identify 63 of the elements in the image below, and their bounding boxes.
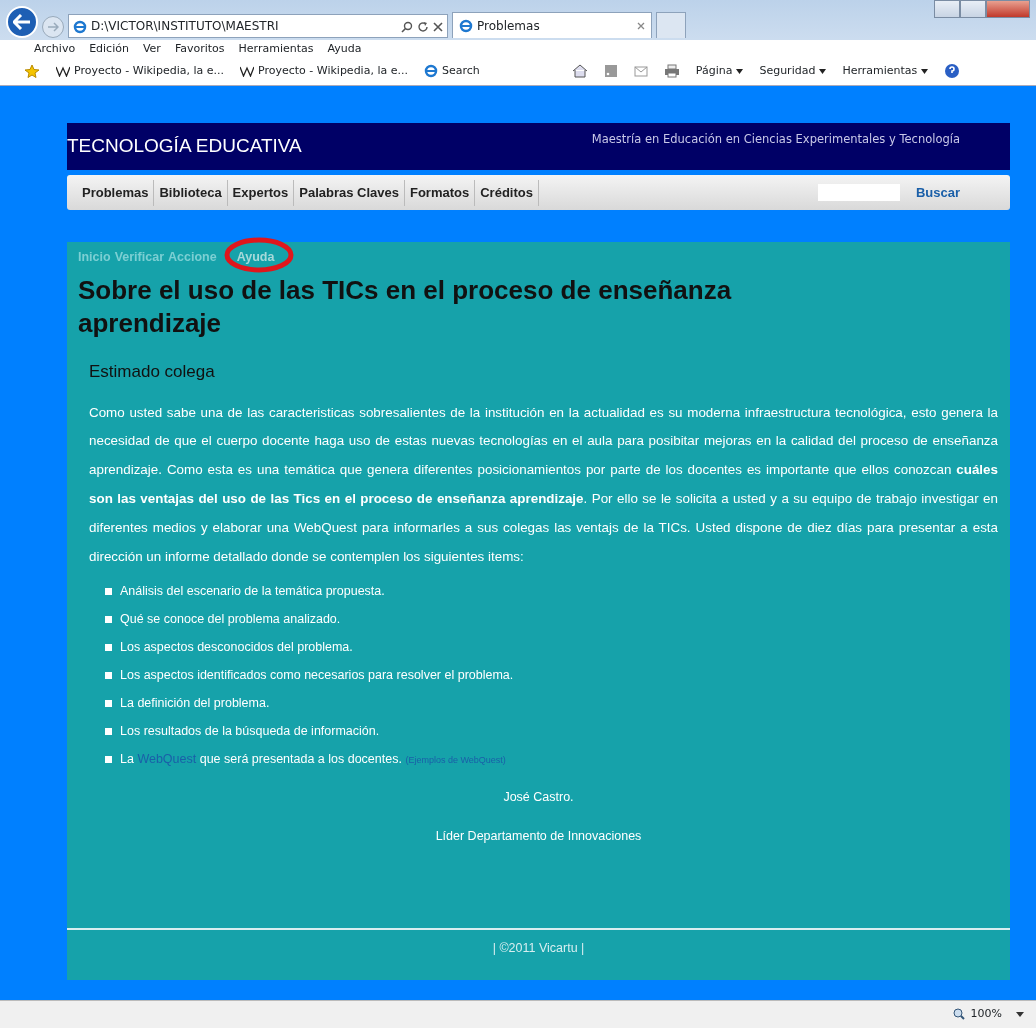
bullet-icon xyxy=(105,615,112,623)
menu-item[interactable]: Archivo xyxy=(34,40,76,58)
caret-icon xyxy=(736,69,744,74)
site-subtitle: Maestría en Educación en Ciencias Experimentales y Tecnología xyxy=(591,130,960,148)
menu-item[interactable]: Favoritos xyxy=(174,40,225,58)
page-icon xyxy=(423,63,438,80)
bullet-icon xyxy=(105,587,112,595)
mail-icon[interactable] xyxy=(633,63,648,80)
greeting-text: Estimado colega xyxy=(89,361,216,383)
nav-link[interactable]: Créditos xyxy=(475,179,539,206)
maximize-button[interactable] xyxy=(960,0,986,18)
body-paragraph: Como usted sabe una de las caracteristicas sobresalientes de la institución en la actualidad es su moderna infraestructura tecnológica, esto genera la necesidad de que el cuerpo docente haga uso de estas nuevas tecnologías en el aula para posibitar mejoras en la calidad del proceso de enseñanza aprendizaje. Como esta es una temática que genera diferentes posicionamientos por parte de los docentes es importante que ellos conozcan cuáles son las ventajas del uso de las Tics en el proceso de enseñanza aprendizaje. Por ello se le solicita a usted y a su equipo de trabajo investigar en diferentes medios y elaborar una WebQuest para informarles a sus colegas las ventajs de la TICs. Usted dispone de diez días para presentar a esta dirección un informe detallado donde se contemplen los siguientes items: xyxy=(89,403,998,566)
signature-name: José Castro. xyxy=(502,789,575,807)
command-menu[interactable]: Página xyxy=(695,63,744,80)
buscar-link[interactable]: Buscar xyxy=(915,182,960,203)
favorites-star-icon[interactable] xyxy=(24,63,40,80)
caret-icon xyxy=(921,69,929,74)
list-item: Los aspectos identificados como necesarios para resolver el problema. xyxy=(120,667,514,684)
favorite-link[interactable]: Proyecto - Wikipedia, la e... xyxy=(56,63,224,80)
home-icon[interactable] xyxy=(571,63,588,80)
favorite-link[interactable]: Search xyxy=(423,63,480,80)
search-field[interactable] xyxy=(817,184,900,201)
page-heading: Sobre el uso de las TICs en el proceso de enseñanza aprendizaje xyxy=(78,274,733,339)
bullet-icon xyxy=(105,671,112,679)
list-item: Los aspectos desconocidos del problema. xyxy=(120,639,353,656)
list-item: Análisis del escenario de la temática propuesta. xyxy=(120,583,385,600)
footer-text: | ©2011 Vicartu | xyxy=(67,928,1010,966)
command-menu[interactable]: Herramientas xyxy=(842,63,929,80)
list-item: Los resultados de la búsqueda de información. xyxy=(120,723,380,740)
menu-item[interactable]: Ver xyxy=(142,40,161,58)
menu-item[interactable]: Ayuda xyxy=(327,40,362,58)
help-icon[interactable] xyxy=(944,63,961,80)
bullet-icon xyxy=(105,643,112,651)
nav-link[interactable]: Problemas xyxy=(77,179,155,206)
back-arrow-icon xyxy=(13,14,31,30)
forward-arrow-icon xyxy=(47,22,59,32)
favorite-link[interactable]: Proyecto - Wikipedia, la e... xyxy=(240,63,408,80)
menu-item[interactable]: Herramientas xyxy=(238,40,314,58)
command-menu[interactable]: Seguridad xyxy=(759,63,827,80)
list-item: Qué se conoce del problema analizado. xyxy=(120,611,341,628)
address-text: D:\VICTOR\INSTITUTO\MAESTRI xyxy=(91,18,279,35)
close-button[interactable] xyxy=(986,0,1030,18)
nav-link[interactable]: Formatos xyxy=(405,179,476,206)
forward-button[interactable] xyxy=(42,16,64,38)
new-tab-button[interactable] xyxy=(656,12,686,38)
bullet-icon xyxy=(105,756,112,764)
bullet-icon xyxy=(105,699,112,707)
address-bar[interactable]: D:\VICTOR\INSTITUTO\MAESTRI xyxy=(68,14,448,38)
menu-item[interactable]: Edición xyxy=(89,40,129,58)
site-title: TECNOLOGÍA EDUCATIVA xyxy=(67,134,302,159)
printer-icon[interactable] xyxy=(663,63,680,80)
bullet-icon xyxy=(105,727,112,735)
nav-link[interactable]: Biblioteca xyxy=(154,179,228,206)
list-item: La WebQuest que será presentada a los docentes. (Ejemplos de WebQuest) xyxy=(120,751,506,769)
signature-role: Líder Departamento de Innovaciones xyxy=(434,828,643,846)
caret-icon xyxy=(819,69,827,74)
nav-link[interactable]: Palabras Claves xyxy=(294,179,405,206)
minimize-button[interactable] xyxy=(934,0,960,18)
back-button[interactable] xyxy=(6,6,38,38)
nav-link[interactable]: Expertos xyxy=(227,179,295,206)
zoom-level[interactable]: 100% xyxy=(970,1006,1002,1023)
browser-tab[interactable]: Problemas xyxy=(452,12,652,38)
list-item: La definición del problema. xyxy=(120,695,270,712)
